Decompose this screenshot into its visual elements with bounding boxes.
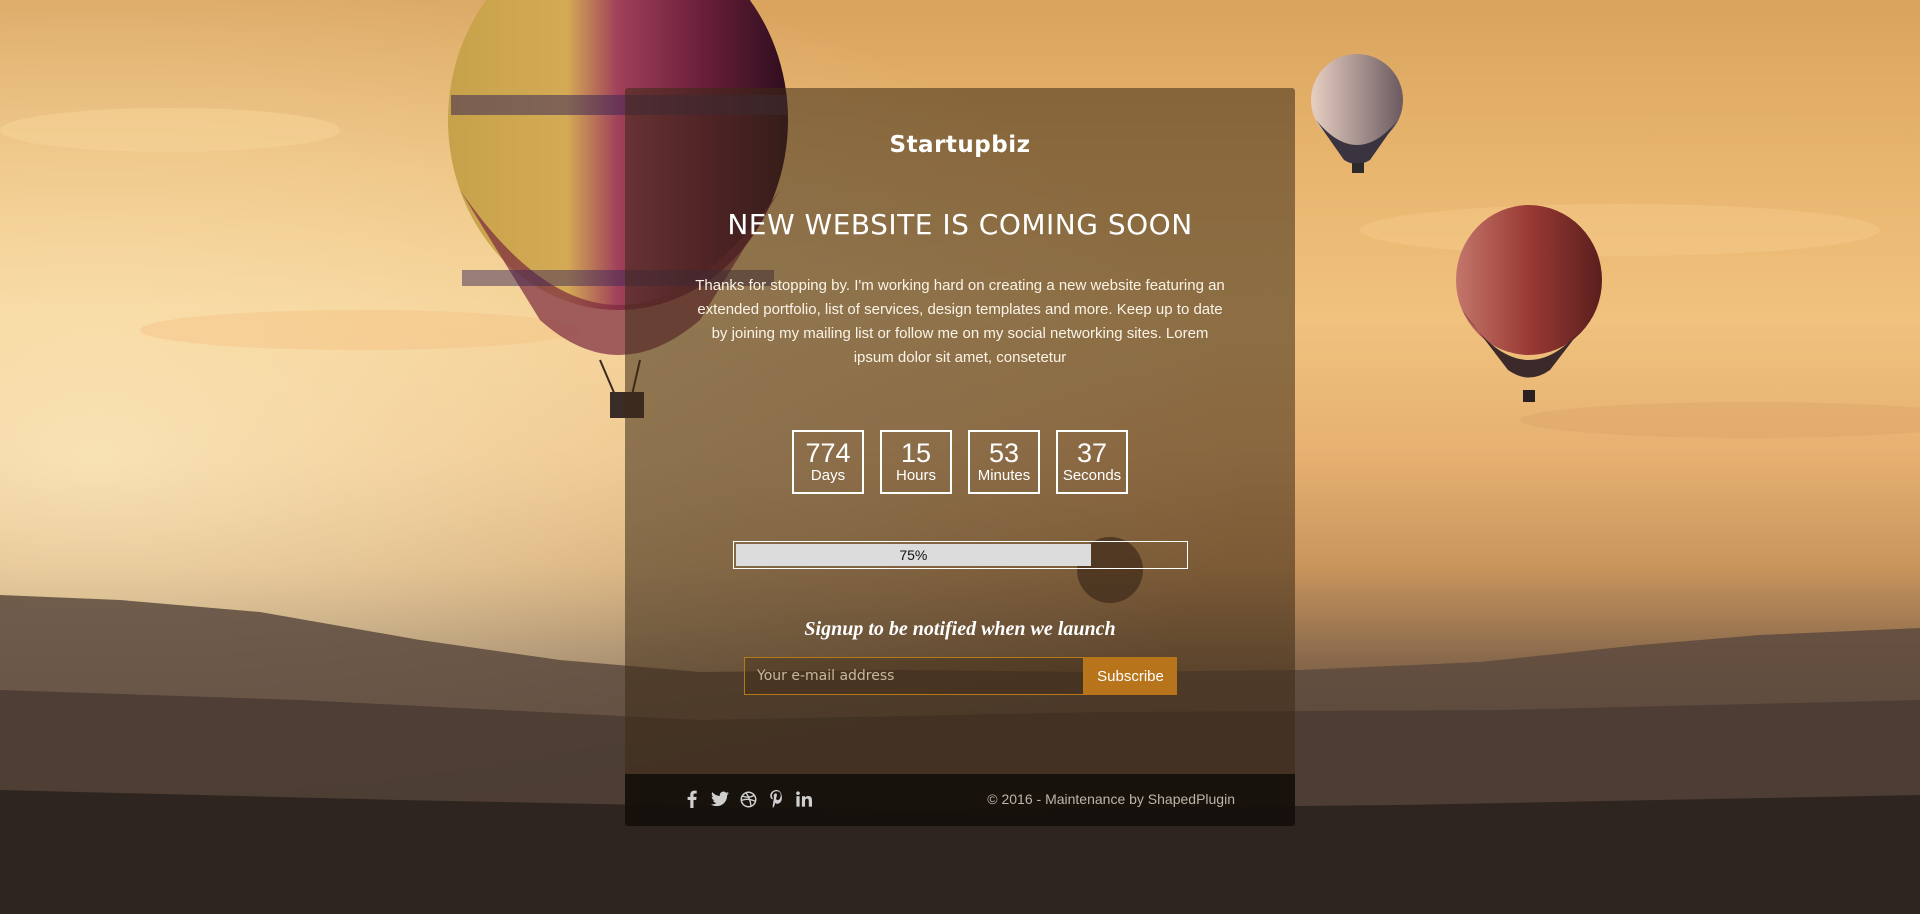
subscribe-button[interactable]: Subscribe bbox=[1084, 657, 1177, 695]
countdown-days: 774 Days bbox=[792, 430, 864, 494]
coming-soon-card: Startupbiz NEW WEBSITE IS COMING SOON Th… bbox=[625, 88, 1295, 826]
countdown-hours: 15 Hours bbox=[880, 430, 952, 494]
countdown-value: 37 bbox=[1076, 438, 1108, 468]
countdown-label: Days bbox=[810, 467, 846, 484]
footer: © 2016 - Maintenance by ShapedPlugin bbox=[625, 774, 1295, 826]
countdown-minutes: 53 Minutes bbox=[968, 430, 1040, 494]
twitter-icon[interactable] bbox=[711, 788, 729, 810]
countdown-label: Hours bbox=[895, 467, 936, 484]
social-links bbox=[683, 788, 813, 810]
countdown-value: 774 bbox=[805, 438, 851, 468]
linkedin-icon[interactable] bbox=[795, 788, 813, 810]
countdown-seconds: 37 Seconds bbox=[1056, 430, 1128, 494]
countdown-label: Seconds bbox=[1062, 467, 1122, 484]
intro-text: Thanks for stopping by. I'm working hard… bbox=[695, 277, 1225, 366]
copyright-text: © 2016 - Maintenance by ShapedPlugin bbox=[987, 791, 1235, 807]
progress-label: 75% bbox=[899, 547, 928, 563]
progress-bar: 75% bbox=[733, 541, 1188, 569]
facebook-icon[interactable] bbox=[683, 788, 701, 810]
pinterest-icon[interactable] bbox=[767, 788, 785, 810]
signup-title: Signup to be notified when we launch bbox=[804, 618, 1116, 640]
email-field[interactable] bbox=[744, 657, 1084, 695]
progress-fill: 75% bbox=[736, 544, 1091, 566]
countdown-label: Minutes bbox=[977, 467, 1031, 484]
signup-form: Subscribe bbox=[744, 657, 1177, 695]
countdown-timer: 774 Days 15 Hours 53 Minutes 37 Seconds bbox=[625, 430, 1295, 494]
countdown-value: 53 bbox=[988, 438, 1020, 468]
brand-logo: Startupbiz bbox=[889, 132, 1031, 158]
dribbble-icon[interactable] bbox=[739, 788, 757, 810]
page-title: NEW WEBSITE IS COMING SOON bbox=[727, 208, 1193, 241]
countdown-value: 15 bbox=[900, 438, 932, 468]
